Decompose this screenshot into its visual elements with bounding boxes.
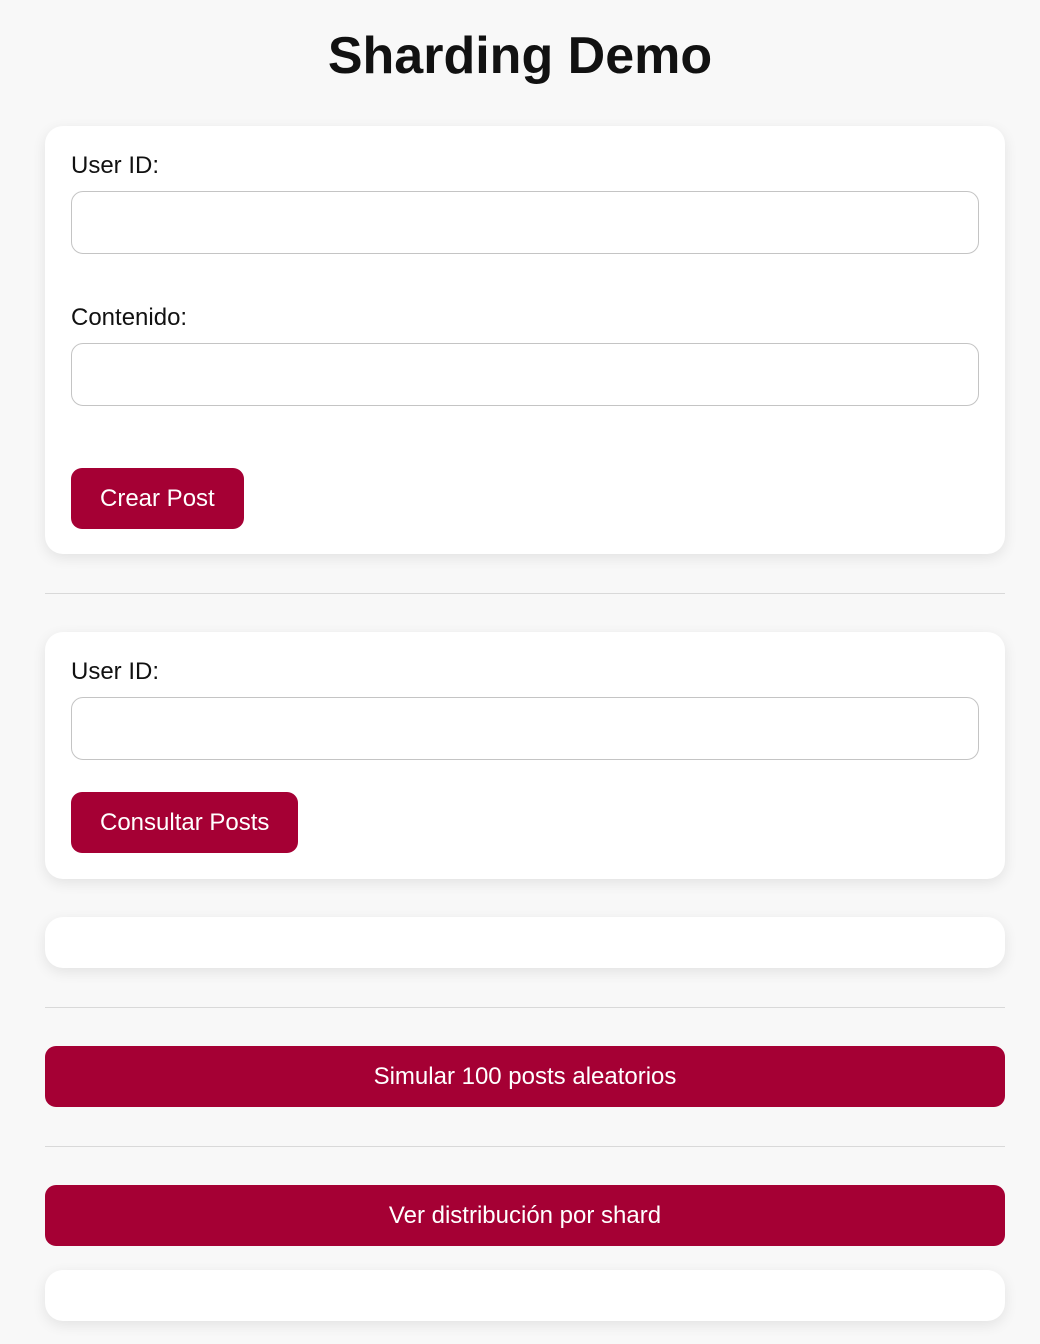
content-input[interactable] [71, 343, 979, 406]
query-results-panel [45, 917, 1005, 968]
query-posts-button[interactable]: Consultar Posts [71, 792, 299, 853]
page-title: Sharding Demo [327, 27, 713, 85]
view-distribution-button[interactable]: Ver distribución por shard [45, 1185, 1005, 1246]
create-post-button[interactable]: Crear Post [71, 468, 244, 529]
query-user-id-label: User ID: [71, 658, 160, 685]
query-posts-card: User ID: Consultar Posts [45, 632, 1005, 879]
content-label: Contenido: [71, 304, 188, 331]
query-user-id-input[interactable] [71, 697, 979, 760]
section-divider [45, 593, 1005, 594]
user-id-input[interactable] [71, 191, 979, 254]
section-divider [45, 1146, 1005, 1147]
user-id-label: User ID: [71, 152, 160, 179]
distribution-results-panel [45, 1270, 1005, 1321]
section-divider [45, 1007, 1005, 1008]
create-post-card: User ID: Contenido: Crear Post [45, 126, 1005, 554]
simulate-posts-button[interactable]: Simular 100 posts aleatorios [45, 1046, 1005, 1107]
